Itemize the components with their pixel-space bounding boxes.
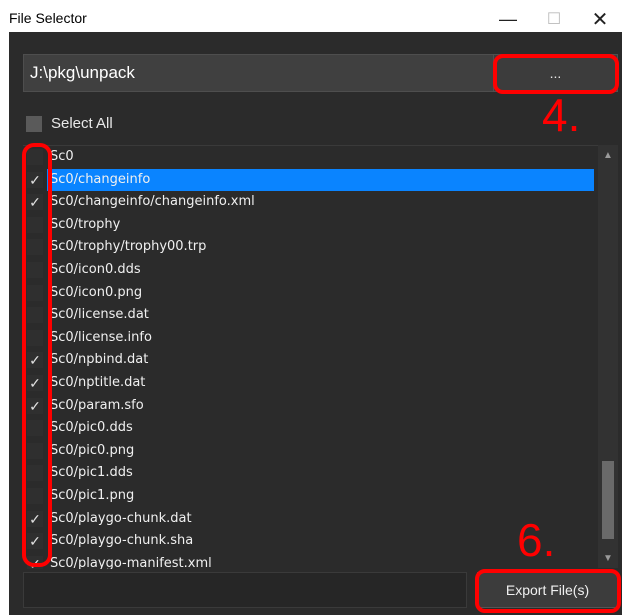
file-name: Sc0/playgo-chunk.dat	[50, 510, 192, 526]
file-name: Sc0/changeinfo	[47, 168, 594, 192]
file-name: Sc0/pic1.png	[50, 487, 135, 503]
maximize-icon[interactable]: ☐	[532, 6, 576, 32]
title-bar: File Selector — ☐ ✕	[0, 6, 622, 32]
file-name: Sc0/pic0.png	[50, 442, 135, 458]
window-body: J:\pkg\unpack ... Select All Sc0 ✓ Sc0/cha…	[9, 32, 622, 615]
scroll-thumb[interactable]	[602, 461, 614, 539]
file-row[interactable]: Sc0	[23, 146, 598, 169]
file-row[interactable]: Sc0/pic1.png	[23, 485, 598, 508]
file-name: Sc0/nptitle.dat	[50, 374, 146, 390]
annotation-step-4: 4.	[542, 89, 581, 141]
file-name: Sc0/icon0.png	[50, 284, 143, 300]
file-name: Sc0/pic1.dds	[50, 465, 133, 481]
highlight-checkboxes	[22, 143, 52, 567]
file-row[interactable]: ✓ Sc0/changeinfo/changeinfo.xml	[23, 191, 598, 214]
status-area	[23, 572, 467, 608]
scroll-up-icon[interactable]: ▲	[598, 145, 618, 165]
file-name: Sc0/pic0.dds	[50, 420, 133, 436]
select-all-box[interactable]	[26, 115, 42, 132]
file-row[interactable]: ✓ Sc0/playgo-chunk.dat	[23, 508, 598, 531]
highlight-export	[475, 569, 621, 613]
file-row[interactable]: Sc0/license.dat	[23, 304, 598, 327]
minimize-icon[interactable]: —	[486, 6, 530, 32]
file-list[interactable]: Sc0 ✓ Sc0/changeinfo ✓ Sc0/changeinfo/change…	[23, 145, 598, 569]
file-name: Sc0/license.info	[50, 329, 152, 345]
file-name: Sc0/trophy/trophy00.trp	[50, 239, 207, 255]
file-name: Sc0/playgo-chunk.sha	[50, 533, 194, 549]
file-row[interactable]: Sc0/pic0.png	[23, 440, 598, 463]
file-row[interactable]: Sc0/icon0.png	[23, 282, 598, 305]
file-row[interactable]: Sc0/pic0.dds	[23, 417, 598, 440]
file-row[interactable]: ✓ Sc0/nptitle.dat	[23, 372, 598, 395]
file-row[interactable]: Sc0/license.info	[23, 327, 598, 350]
file-row[interactable]: ✓ Sc0/param.sfo	[23, 395, 598, 418]
vertical-scrollbar[interactable]: ▲ ▼	[598, 145, 618, 568]
file-row[interactable]: Sc0/icon0.dds	[23, 259, 598, 282]
select-all-checkbox[interactable]: Select All	[26, 115, 113, 132]
file-row[interactable]: Sc0/trophy	[23, 214, 598, 237]
file-row[interactable]: ✓ Sc0/playgo-manifest.xml	[23, 553, 598, 569]
file-name: Sc0/changeinfo/changeinfo.xml	[50, 194, 255, 210]
file-row[interactable]: ✓ Sc0/playgo-chunk.sha	[23, 530, 598, 553]
annotation-step-6: 6.	[517, 514, 556, 566]
file-name: Sc0/license.dat	[50, 307, 149, 323]
select-all-label: Select All	[51, 115, 113, 132]
file-row[interactable]: ✓ Sc0/changeinfo	[23, 168, 598, 192]
file-name: Sc0/icon0.dds	[50, 261, 141, 277]
file-name: Sc0/trophy	[50, 216, 121, 232]
file-name: Sc0/npbind.dat	[50, 352, 149, 368]
file-name: Sc0/param.sfo	[50, 397, 144, 413]
file-row[interactable]: ✓ Sc0/npbind.dat	[23, 349, 598, 372]
close-icon[interactable]: ✕	[578, 6, 622, 32]
file-row[interactable]: Sc0/trophy/trophy00.trp	[23, 236, 598, 259]
scroll-down-icon[interactable]: ▼	[598, 548, 618, 568]
file-row[interactable]: Sc0/pic1.dds	[23, 462, 598, 485]
highlight-browse	[493, 54, 619, 94]
window-title: File Selector	[9, 10, 87, 26]
path-input[interactable]: J:\pkg\unpack	[23, 54, 497, 92]
file-name: Sc0/playgo-manifest.xml	[50, 555, 212, 569]
